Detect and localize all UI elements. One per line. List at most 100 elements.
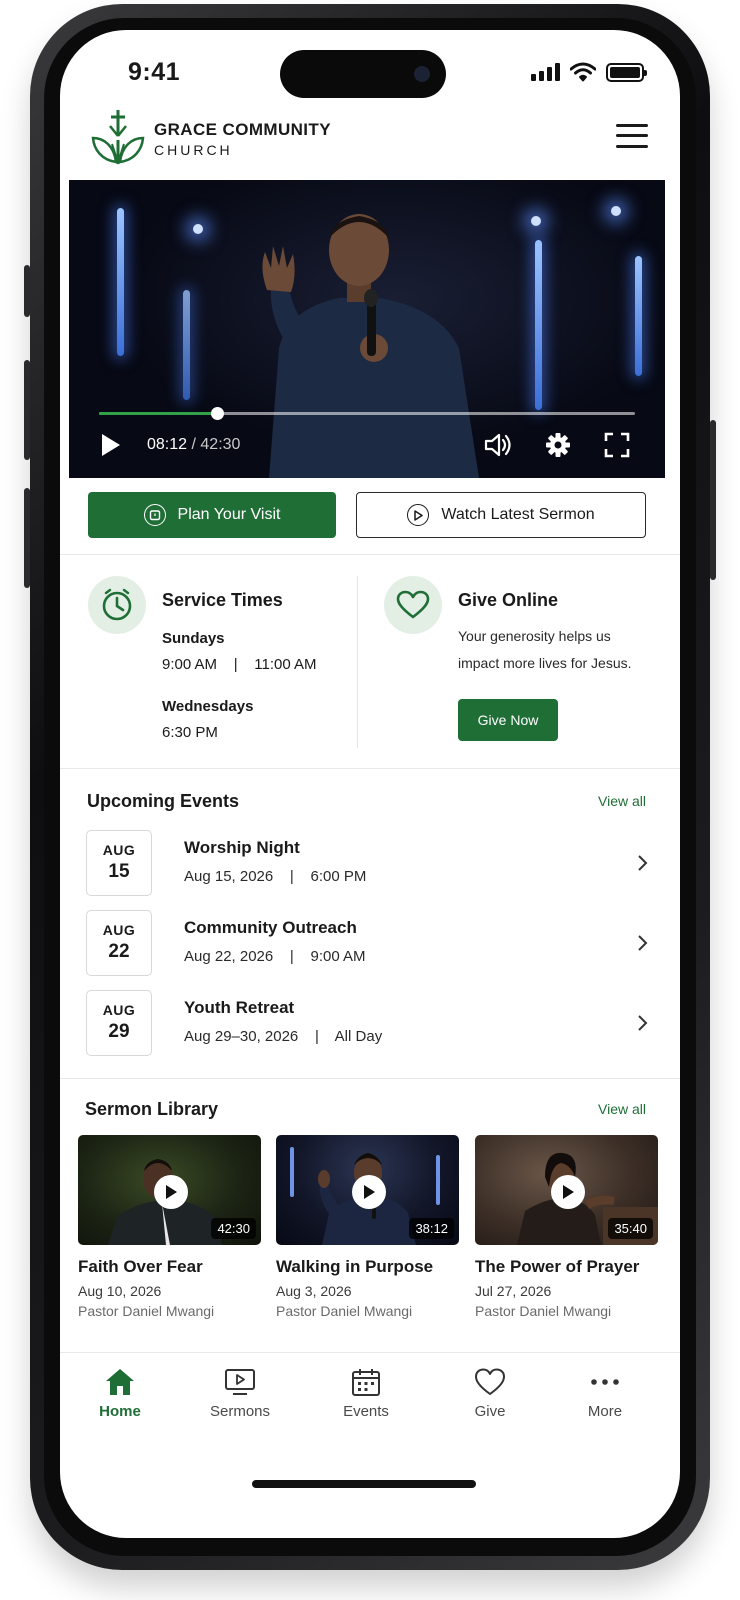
give-description: Your generosity helps us impact more liv… bbox=[458, 623, 658, 677]
side-button-left-2 bbox=[24, 360, 30, 460]
tab-more[interactable]: More bbox=[555, 1367, 655, 1420]
sermon-card[interactable]: 42:30 Faith Over Fear Aug 10, 2026 Pasto… bbox=[78, 1135, 261, 1319]
event-month: AUG bbox=[102, 1002, 136, 1018]
sermon-date: Jul 27, 2026 bbox=[475, 1283, 552, 1299]
watch-latest-sermon-button[interactable]: Watch Latest Sermon bbox=[356, 492, 646, 538]
time-separator: / bbox=[187, 436, 201, 453]
sermon-pastor: Pastor Daniel Mwangi bbox=[78, 1303, 215, 1319]
watch-sermon-label: Watch Latest Sermon bbox=[441, 506, 595, 523]
sermon-card[interactable]: 38:12 Walking in Purpose Aug 3, 2026 Pas… bbox=[276, 1135, 459, 1319]
volume-icon[interactable] bbox=[483, 430, 513, 460]
sermon-library-title: Sermon Library bbox=[85, 1099, 219, 1119]
event-title: Worship Night bbox=[184, 838, 300, 857]
stage-spotlight bbox=[531, 216, 541, 226]
event-meta: Aug 29–30, 2026 | All Day bbox=[184, 1028, 383, 1045]
brand-subname: CHURCH bbox=[154, 142, 233, 158]
bottom-tab-bar: Home Sermons Events Give More bbox=[60, 1352, 680, 1442]
plan-visit-button[interactable]: Plan Your Visit bbox=[88, 492, 336, 538]
tab-sermons[interactable]: Sermons bbox=[190, 1367, 290, 1420]
tab-more-label: More bbox=[587, 1403, 623, 1420]
section-divider bbox=[60, 1078, 680, 1079]
speaker-image bbox=[262, 214, 479, 478]
heart-icon bbox=[384, 576, 442, 634]
video-time: 08:12 / 42:30 bbox=[147, 436, 240, 454]
event-row[interactable]: AUG 15 Worship Night Aug 15, 2026 | 6:00… bbox=[60, 830, 680, 902]
tab-events[interactable]: Events bbox=[316, 1367, 416, 1420]
event-row[interactable]: AUG 29 Youth Retreat Aug 29–30, 2026 | A… bbox=[60, 990, 680, 1062]
app-screen: 9:41 GRACE COMMUNITY CHURCH 08:12 / 42:3… bbox=[60, 30, 680, 1538]
chevron-right-icon bbox=[638, 1015, 648, 1031]
service-sunday-times: 9:00 AM | 11:00 AM bbox=[162, 656, 317, 673]
tab-sermons-label: Sermons bbox=[209, 1403, 271, 1420]
sermon-duration: 35:40 bbox=[608, 1218, 653, 1239]
service-day-sunday: Sundays bbox=[162, 630, 225, 647]
video-player[interactable]: 08:12 / 42:30 bbox=[69, 180, 665, 478]
progress-handle[interactable] bbox=[210, 407, 224, 420]
video-progress-bar[interactable] bbox=[99, 407, 635, 420]
section-divider bbox=[60, 554, 680, 555]
event-row[interactable]: AUG 22 Community Outreach Aug 22, 2026 |… bbox=[60, 910, 680, 982]
clock-icon bbox=[88, 576, 146, 634]
tab-home-label: Home bbox=[99, 1403, 141, 1420]
tab-home[interactable]: Home bbox=[70, 1367, 170, 1420]
service-day-wednesday: Wednesdays bbox=[162, 698, 254, 715]
event-day: 15 bbox=[108, 861, 130, 882]
side-button-right bbox=[710, 420, 716, 580]
play-circle-icon bbox=[407, 504, 430, 526]
signal-icon bbox=[531, 63, 560, 81]
calendar-clock-icon bbox=[143, 504, 166, 526]
section-divider bbox=[60, 768, 680, 769]
sermon-card[interactable]: 35:40 The Power of Prayer Jul 27, 2026 P… bbox=[475, 1135, 658, 1319]
play-icon[interactable] bbox=[154, 1175, 188, 1209]
sermon-date: Aug 3, 2026 bbox=[276, 1283, 352, 1299]
play-icon[interactable] bbox=[99, 430, 123, 460]
sermon-thumbnail: 42:30 bbox=[78, 1135, 261, 1245]
sermon-thumbnail: 35:40 bbox=[475, 1135, 658, 1245]
side-button-left-3 bbox=[24, 488, 30, 588]
settings-gear-icon[interactable] bbox=[543, 430, 573, 460]
tab-give-label: Give bbox=[474, 1403, 506, 1420]
give-online-title: Give Online bbox=[458, 590, 559, 610]
give-text-line1: Your generosity helps us bbox=[458, 628, 611, 644]
more-dots-icon bbox=[591, 1379, 619, 1385]
card-divider bbox=[357, 576, 358, 748]
stage-light bbox=[117, 208, 124, 356]
status-time: 9:41 bbox=[128, 58, 181, 86]
stage-spotlight bbox=[193, 224, 203, 234]
play-icon[interactable] bbox=[551, 1175, 585, 1209]
stage-spotlight bbox=[611, 206, 621, 216]
tab-give[interactable]: Give bbox=[440, 1367, 540, 1420]
chevron-right-icon bbox=[638, 855, 648, 871]
event-title: Community Outreach bbox=[184, 918, 357, 937]
cross-leaf-icon bbox=[91, 110, 145, 165]
hamburger-menu-icon[interactable] bbox=[614, 122, 650, 150]
event-day: 22 bbox=[108, 941, 130, 962]
service-times-title: Service Times bbox=[162, 590, 283, 610]
home-indicator[interactable] bbox=[252, 1480, 476, 1488]
give-now-button[interactable]: Give Now bbox=[458, 699, 558, 741]
play-icon[interactable] bbox=[352, 1175, 386, 1209]
total-duration: 42:30 bbox=[200, 436, 241, 453]
sermon-title: Faith Over Fear bbox=[78, 1257, 203, 1276]
event-day: 29 bbox=[108, 1021, 130, 1042]
stage-light bbox=[635, 256, 642, 376]
sermon-pastor: Pastor Daniel Mwangi bbox=[475, 1303, 612, 1319]
give-text-line2: impact more lives for Jesus. bbox=[458, 655, 632, 671]
heart-icon bbox=[475, 1368, 505, 1395]
status-icons bbox=[531, 62, 647, 82]
dynamic-island bbox=[280, 50, 446, 98]
sermon-pastor: Pastor Daniel Mwangi bbox=[276, 1303, 413, 1319]
current-time: 08:12 bbox=[147, 436, 188, 453]
event-month: AUG bbox=[102, 922, 136, 938]
sermon-duration: 38:12 bbox=[409, 1218, 454, 1239]
event-date-badge: AUG 22 bbox=[86, 910, 152, 976]
sermons-view-all-link[interactable]: View all bbox=[598, 1101, 646, 1117]
status-bar: 9:41 bbox=[60, 30, 680, 114]
tab-events-label: Events bbox=[343, 1403, 389, 1420]
fullscreen-icon[interactable] bbox=[603, 430, 631, 460]
side-button-left-1 bbox=[24, 265, 30, 317]
events-view-all-link[interactable]: View all bbox=[598, 793, 646, 809]
sermon-duration: 42:30 bbox=[211, 1218, 256, 1239]
sermon-title: The Power of Prayer bbox=[475, 1257, 640, 1276]
home-icon bbox=[106, 1369, 134, 1395]
